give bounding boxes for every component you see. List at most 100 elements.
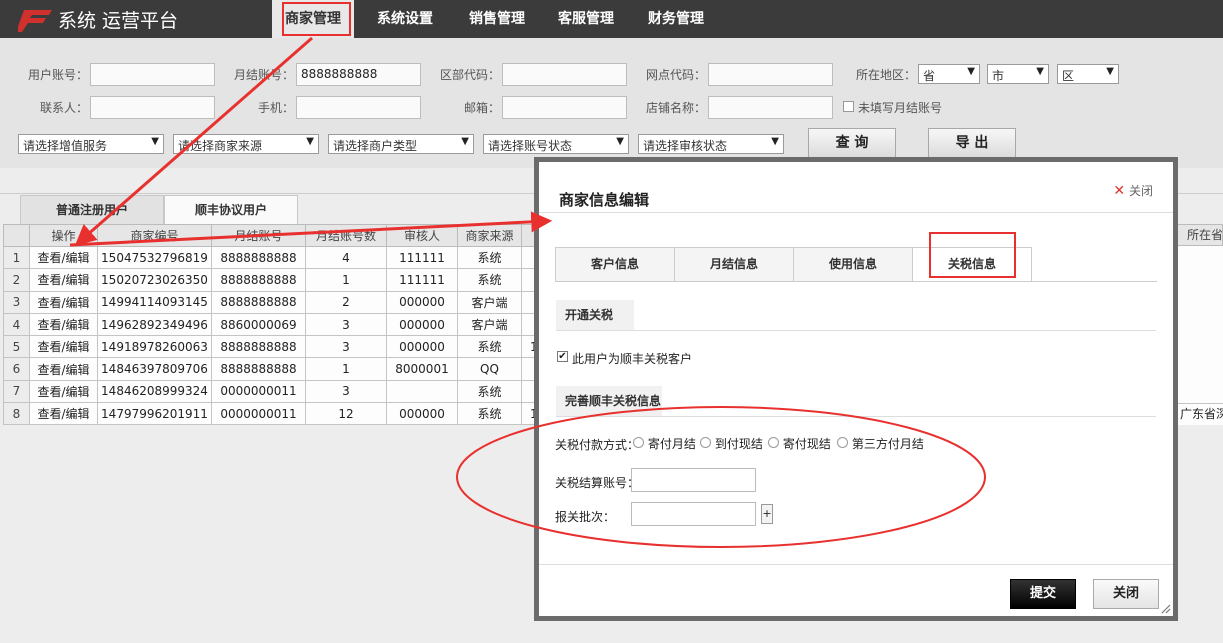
export-button[interactable]: 导 出 [928, 128, 1016, 158]
merchant-source: 系统 [457, 402, 522, 426]
row-8-province: 广东省深 [1177, 403, 1223, 424]
section-open-customs: 开通关税 [556, 300, 634, 330]
row-action-link[interactable]: 查看/编辑 [29, 312, 98, 337]
district-code-input[interactable] [502, 63, 627, 86]
radio-prepaid-monthly[interactable]: 寄付月结 [633, 435, 696, 452]
unfilled-monthly-label: 未填写月结账号 [858, 101, 943, 115]
auditor [386, 379, 458, 404]
merchant-source: 客户端 [457, 290, 522, 314]
value-added-service-select[interactable]: 请选择增值服务 ▼ [18, 134, 164, 154]
unfilled-monthly-checkbox[interactable] [843, 101, 854, 112]
nav-customer-service[interactable]: 客服管理 [547, 0, 625, 38]
col-header-merchant-id: 商家编号 [97, 224, 212, 247]
row-action-link[interactable]: 查看/编辑 [29, 245, 98, 270]
district-select[interactable]: 区 ▼ [1057, 64, 1119, 84]
row-action-link[interactable]: 查看/编辑 [29, 379, 98, 404]
auditor: 000000 [386, 335, 458, 359]
monthly-account-label: 月结账号： [233, 68, 294, 82]
table-row: 5查看/编辑1491897826006388888888883000000系统1… [3, 335, 562, 359]
add-batch-button[interactable]: + [761, 504, 773, 524]
contact-label: 联系人： [39, 101, 88, 115]
audit-status-select[interactable]: 请选择审核状态 ▼ [638, 134, 784, 154]
email-input[interactable] [502, 96, 627, 119]
merchant-edit-dialog: 商家信息编辑 ✕ 关闭 客户信息 月结信息 使用信息 关税信息 开通关税 ✔ 此… [534, 157, 1178, 621]
dialog-close-button[interactable]: 关闭 [1093, 579, 1159, 609]
city-select[interactable]: 市 ▼ [987, 64, 1049, 84]
query-button[interactable]: 查 询 [808, 128, 896, 158]
account-count: 1 [305, 357, 387, 381]
district-code-label: 区部代码： [439, 68, 500, 82]
radio-collect-cash[interactable]: 到付现结 [700, 435, 763, 452]
radio-icon [837, 437, 848, 448]
tab-sf-agreement-users[interactable]: 顺丰协议用户 [164, 195, 298, 225]
close-link-label: 关闭 [1128, 184, 1153, 198]
merchant-source: 系统 [457, 245, 522, 270]
row-action-link[interactable]: 查看/编辑 [29, 402, 98, 426]
merchant-source: 客户端 [457, 312, 522, 337]
settlement-account-label: 关税结算账号： [555, 476, 640, 490]
col-header-action: 操作 [29, 224, 98, 247]
settlement-account-input[interactable] [631, 468, 756, 492]
merchant-id: 14918978260063 [97, 335, 212, 359]
radio-third-party-monthly[interactable]: 第三方付月结 [837, 435, 924, 452]
province-select[interactable]: 省 ▼ [918, 64, 980, 84]
contact-input[interactable] [90, 96, 215, 119]
row-number: 3 [3, 290, 30, 314]
user-account-input[interactable] [90, 63, 215, 86]
resize-grip-icon[interactable] [1159, 602, 1171, 614]
nav-sales-management[interactable]: 销售管理 [458, 0, 536, 38]
monthly-account: 0000000011 [211, 379, 306, 404]
account-count: 3 [305, 312, 387, 337]
account-count: 4 [305, 245, 387, 270]
row-action-link[interactable]: 查看/编辑 [29, 357, 98, 381]
radio-prepaid-cash[interactable]: 寄付现结 [768, 435, 831, 452]
monthly-account-input[interactable]: 8888888888 [296, 63, 421, 86]
tab-regular-users[interactable]: 普通注册用户 [20, 195, 164, 225]
nav-merchant-management[interactable]: 商家管理 [272, 0, 354, 38]
outlet-code-input[interactable] [708, 63, 833, 86]
region-label: 所在地区： [855, 68, 916, 82]
table-header-row: 操作 商家编号 月结账号 月结账号数 审核人 商家来源 月 [3, 224, 562, 247]
tab-monthly-info[interactable]: 月结信息 [674, 247, 794, 282]
table-row: 1查看/编辑1504753279681988888888884111111系统A [3, 245, 562, 270]
radio-icon [633, 437, 644, 448]
auditor: 000000 [386, 312, 458, 337]
radio-icon [768, 437, 779, 448]
customs-customer-checkbox[interactable]: ✔ [557, 351, 568, 362]
monthly-account: 8888888888 [211, 335, 306, 359]
auditor: 000000 [386, 290, 458, 314]
sf-logo-icon [18, 10, 52, 32]
phone-input[interactable] [296, 96, 421, 119]
row-number: 8 [3, 402, 30, 426]
merchant-source-select[interactable]: 请选择商家来源 ▼ [173, 134, 319, 154]
account-status-select[interactable]: 请选择账号状态 ▼ [483, 134, 629, 154]
nav-finance-management[interactable]: 财务管理 [637, 0, 715, 38]
row-action-link[interactable]: 查看/编辑 [29, 268, 98, 292]
phone-label: 手机： [257, 101, 294, 115]
merchant-type-select[interactable]: 请选择商户类型 ▼ [328, 134, 474, 154]
section2-divider [556, 416, 1156, 417]
table-row: 2查看/编辑1502072302635088888888881111111系统A [3, 268, 562, 292]
tab-customer-info[interactable]: 客户信息 [555, 247, 675, 282]
tab-usage-info[interactable]: 使用信息 [793, 247, 913, 282]
merchant-source: 系统 [457, 335, 522, 359]
email-label: 邮箱： [463, 101, 500, 115]
col-header-province: 所在省 [1177, 224, 1223, 246]
submit-button[interactable]: 提交 [1010, 579, 1076, 609]
footer-divider [539, 564, 1173, 565]
nav-system-settings[interactable]: 系统设置 [366, 0, 444, 38]
merchant-id: 15020723026350 [97, 268, 212, 292]
declaration-batch-input[interactable] [631, 502, 756, 526]
account-count: 3 [305, 335, 387, 359]
row-action-link[interactable]: 查看/编辑 [29, 290, 98, 314]
col-header-account-count: 月结账号数 [305, 224, 387, 247]
dialog-close-link[interactable]: ✕ 关闭 [1113, 182, 1153, 199]
row-number: 6 [3, 357, 30, 381]
section-customs-info: 完善顺丰关税信息 [556, 386, 662, 416]
tab-customs-info[interactable]: 关税信息 [912, 247, 1032, 282]
row-action-link[interactable]: 查看/编辑 [29, 335, 98, 359]
shop-name-input[interactable] [708, 96, 833, 119]
outlet-code-label: 网点代码： [645, 68, 706, 82]
auditor: 111111 [386, 268, 458, 292]
merchant-id: 14994114093145 [97, 290, 212, 314]
